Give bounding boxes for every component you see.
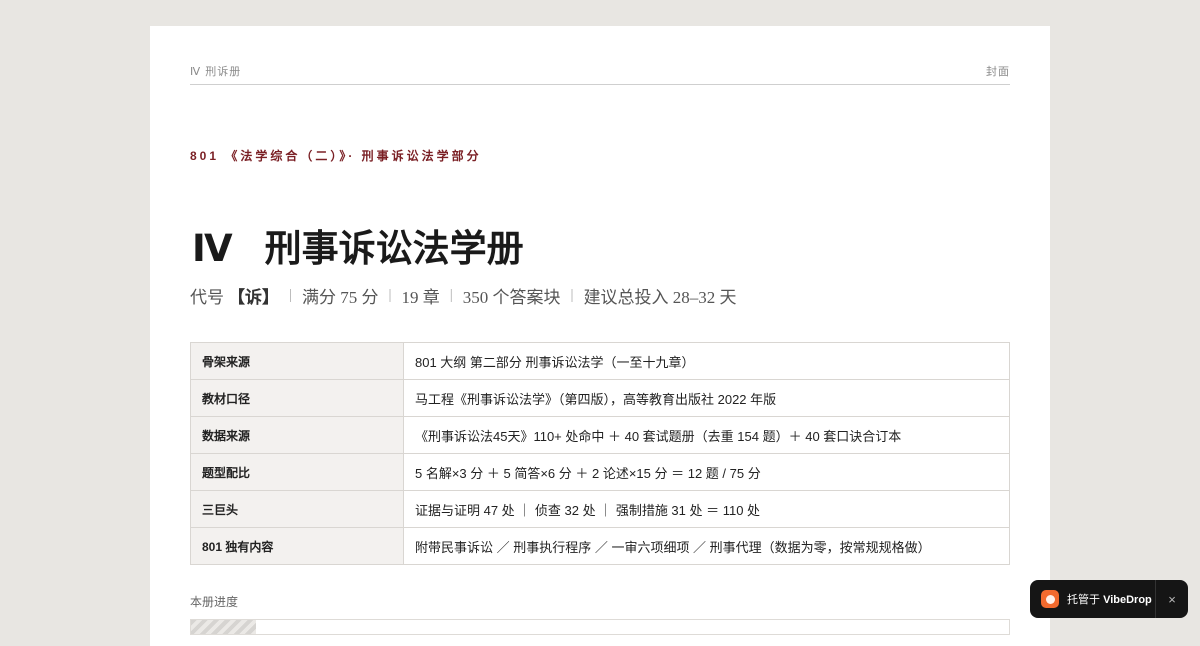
code-label: 代号 xyxy=(190,288,224,307)
running-head-right: 封面 xyxy=(986,66,1010,78)
progress-fill xyxy=(191,620,257,634)
hosted-by-text: 托管于 VibeDrop xyxy=(1067,591,1152,607)
meta-separator: | xyxy=(289,287,293,303)
row-value: 马工程《刑事诉讼法学》（第四版），高等教育出版社 2022 年版 xyxy=(403,379,1010,417)
code-value: 【诉】 xyxy=(228,288,279,307)
volume-meta: 代号 【诉】 | 满分 75 分 | 19 章 | 350 个答案块 | 建议总… xyxy=(190,283,1010,308)
hosted-by-badge[interactable]: 托管于 VibeDrop × xyxy=(1030,580,1188,618)
meta-full-score: 满分 75 分 xyxy=(302,288,379,307)
row-value: 附带民事诉讼 ／ 刑事执行程序 ／ 一审六项细项 ／ 刑事代理（数据为零，按常规… xyxy=(403,527,1010,565)
table-row: 三巨头 证据与证明 47 处 ｜ 侦查 32 处 ｜ 强制措施 31 处 ＝ 1… xyxy=(190,490,1010,528)
row-key: 骨架来源 xyxy=(190,342,404,380)
table-row: 数据来源 《刑事诉讼法45天》110+ 处命中 ＋ 40 套试题册（去重 154… xyxy=(190,416,1010,454)
row-value: 《刑事诉讼法45天》110+ 处命中 ＋ 40 套试题册（去重 154 题）＋ … xyxy=(403,416,1010,454)
row-key: 801 独有内容 xyxy=(190,527,404,565)
meta-suggested-days: 建议总投入 28–32 天 xyxy=(583,288,737,307)
table-row: 骨架来源 801 大纲 第二部分 刑事诉讼法学（一至十九章） xyxy=(190,342,1010,380)
volume-title: 刑事诉讼法学册 xyxy=(264,228,524,269)
hosted-by-prefix: 托管于 xyxy=(1067,594,1100,606)
table-row: 教材口径 马工程《刑事诉讼法学》（第四版），高等教育出版社 2022 年版 xyxy=(190,379,1010,417)
meta-chapters: 19 章 xyxy=(401,288,440,307)
table-row: 题型配比 5 名解×3 分 ＋ 5 简答×6 分 ＋ 2 论述×15 分 ＝ 1… xyxy=(190,453,1010,491)
meta-separator: | xyxy=(449,287,453,303)
page-title: Ⅳ 刑事诉讼法学册 xyxy=(190,228,1010,270)
meta-separator: | xyxy=(388,287,392,303)
vibedrop-logo-icon xyxy=(1041,590,1059,608)
row-key: 教材口径 xyxy=(190,379,404,417)
progress-bar xyxy=(190,619,1010,635)
row-key: 三巨头 xyxy=(190,490,404,528)
meta-separator: | xyxy=(570,287,574,303)
subject-eyebrow: 801 《法学综合（二）》· 刑事诉讼法学部分 xyxy=(190,149,482,163)
close-icon[interactable]: × xyxy=(1156,580,1188,618)
volume-number: Ⅳ xyxy=(192,228,233,269)
row-key: 数据来源 xyxy=(190,416,404,454)
row-value: 证据与证明 47 处 ｜ 侦查 32 处 ｜ 强制措施 31 处 ＝ 110 处 xyxy=(403,490,1010,528)
progress-label: 本册进度 xyxy=(190,595,239,609)
row-key: 题型配比 xyxy=(190,453,404,491)
running-head-left: Ⅳ 刑诉册 xyxy=(190,66,242,78)
meta-answer-blocks: 350 个答案块 xyxy=(462,288,561,307)
info-table: 骨架来源 801 大纲 第二部分 刑事诉讼法学（一至十九章） 教材口径 马工程《… xyxy=(190,342,1010,565)
running-head: Ⅳ 刑诉册 封面 xyxy=(190,62,1010,85)
row-value: 801 大纲 第二部分 刑事诉讼法学（一至十九章） xyxy=(403,342,1010,380)
row-value: 5 名解×3 分 ＋ 5 简答×6 分 ＋ 2 论述×15 分 ＝ 12 题 /… xyxy=(403,453,1010,491)
table-row: 801 独有内容 附带民事诉讼 ／ 刑事执行程序 ／ 一审六项细项 ／ 刑事代理… xyxy=(190,527,1010,565)
document-page: Ⅳ 刑诉册 封面 801 《法学综合（二）》· 刑事诉讼法学部分 Ⅳ 刑事诉讼法… xyxy=(150,26,1050,646)
hosted-by-brand: VibeDrop xyxy=(1103,594,1152,606)
